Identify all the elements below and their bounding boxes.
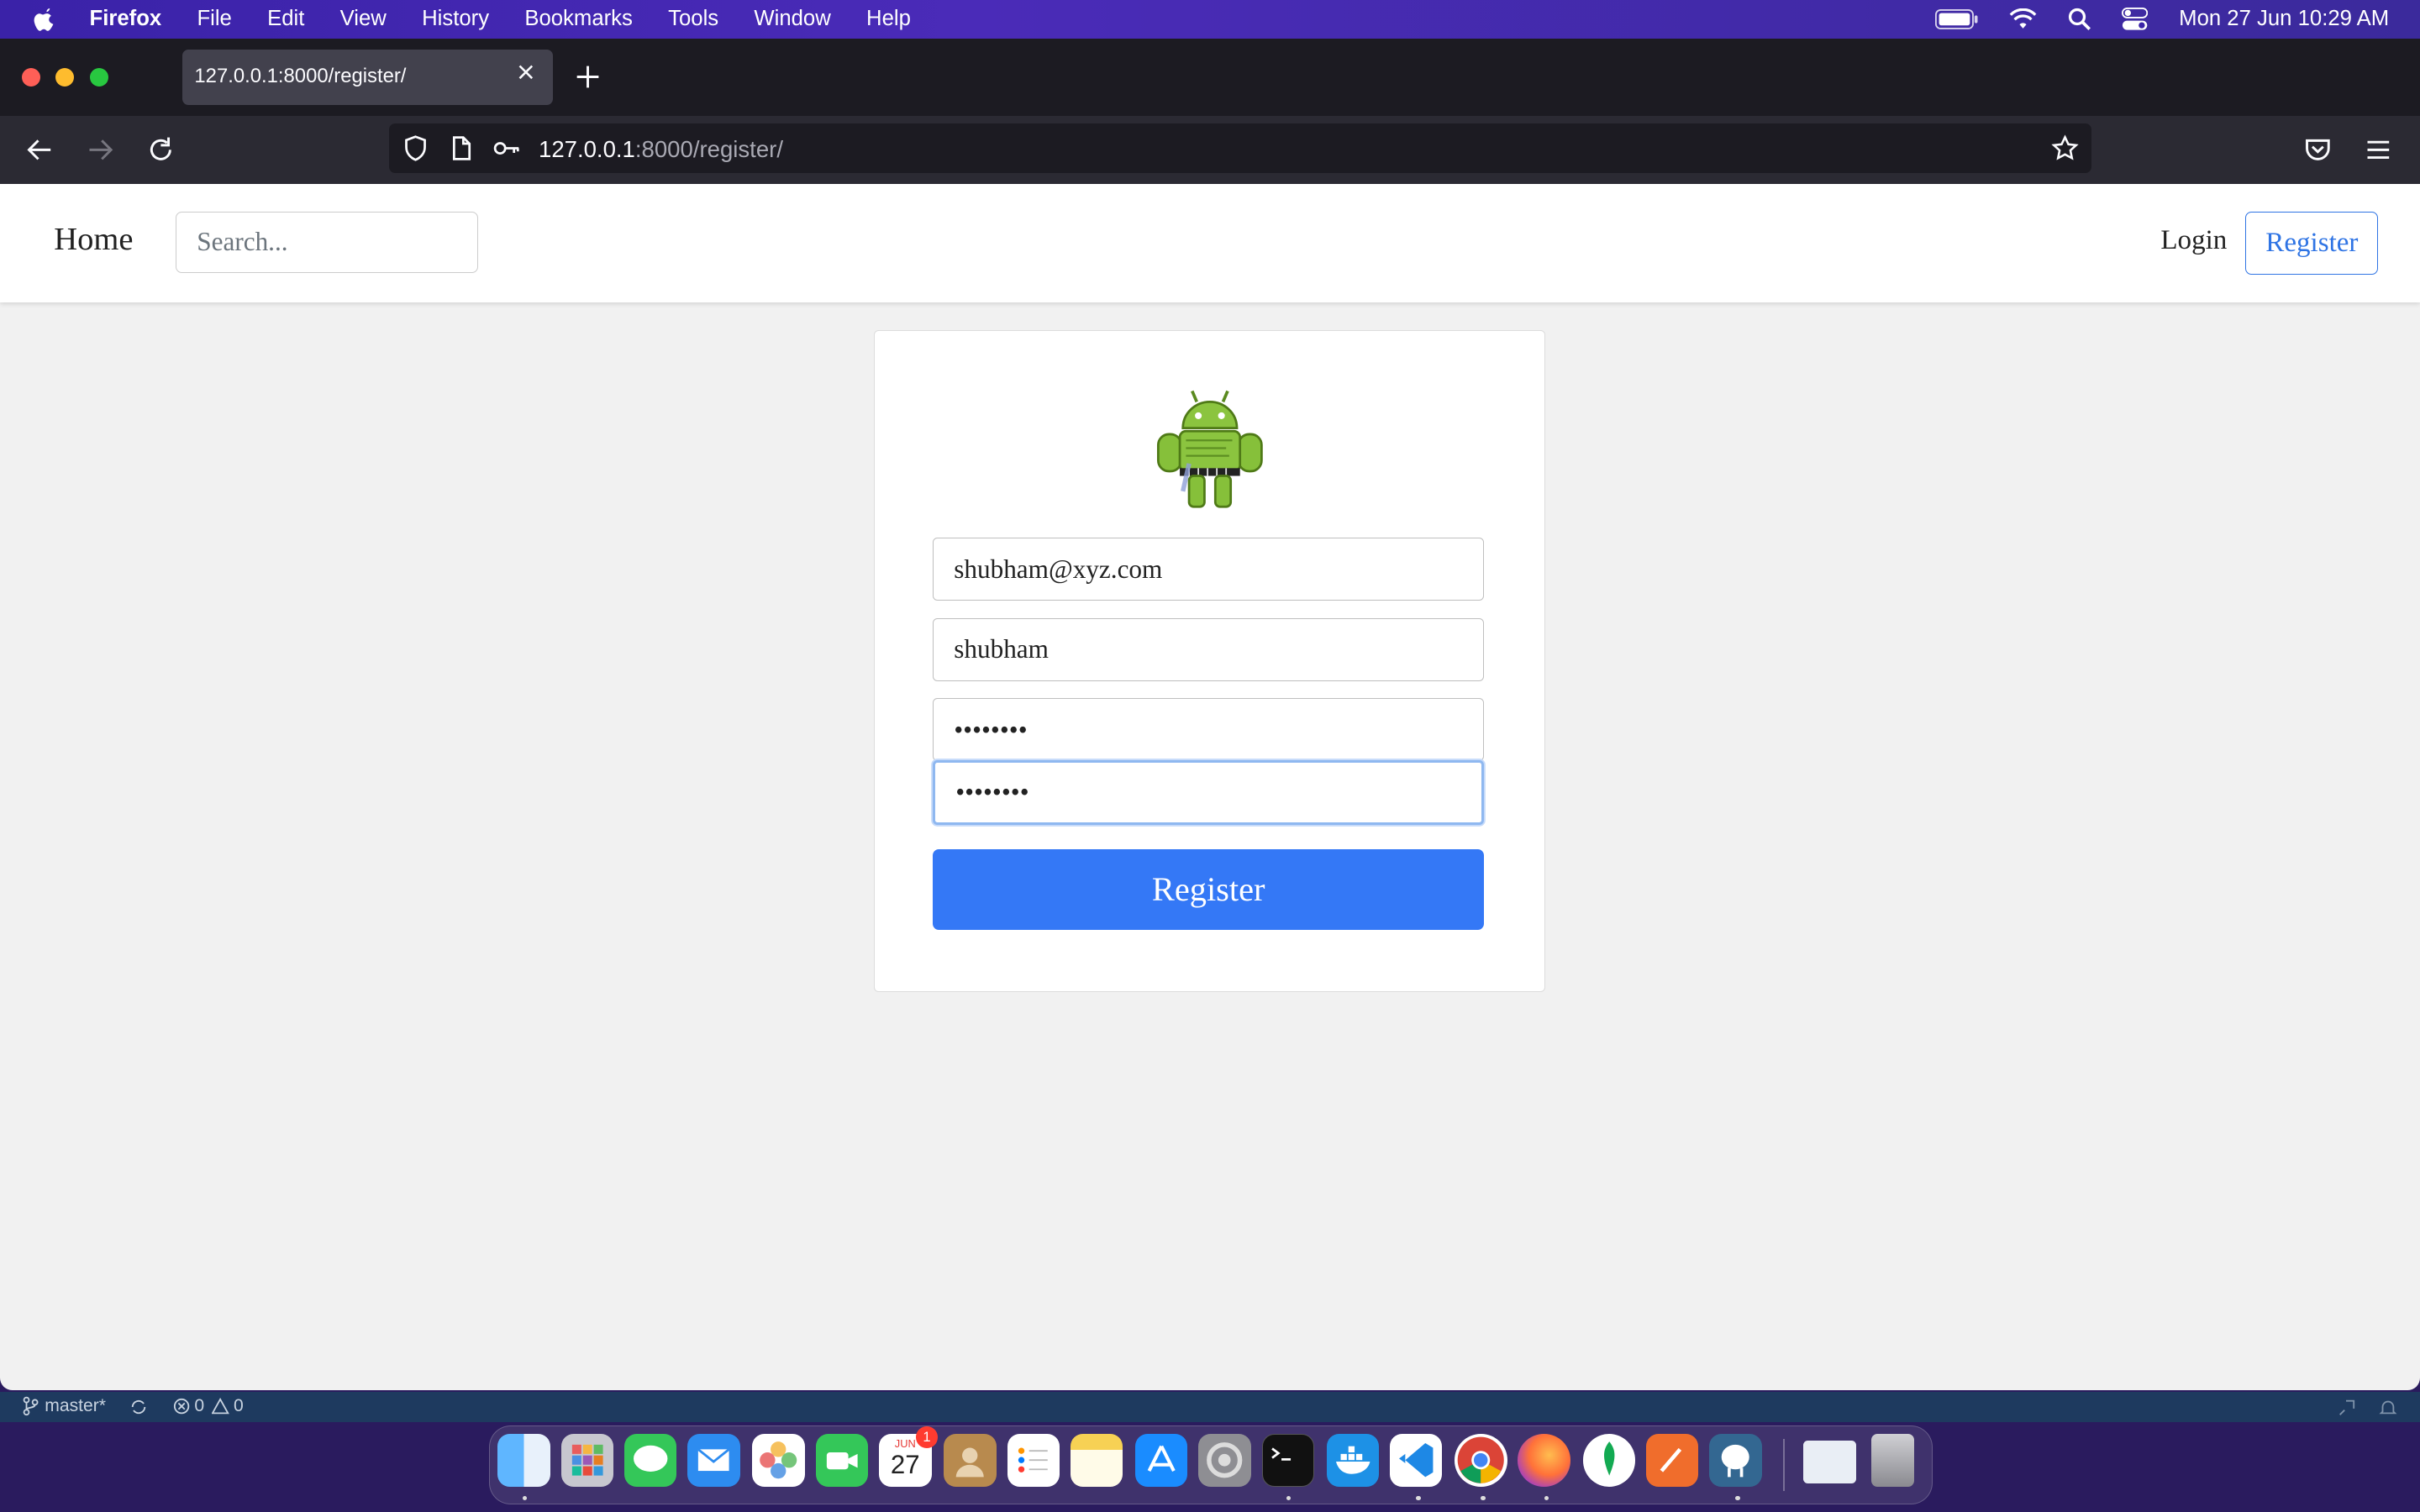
- window-close-button[interactable]: [21, 67, 40, 87]
- minimized-window-thumbnail[interactable]: [1803, 1440, 1856, 1484]
- battery-icon[interactable]: [1935, 9, 1978, 29]
- password-field[interactable]: [933, 698, 1485, 762]
- shield-icon[interactable]: [402, 134, 429, 162]
- git-branch-icon: [23, 1397, 39, 1416]
- spotlight-search-icon[interactable]: [2068, 8, 2091, 31]
- register-card: Register: [873, 330, 1545, 992]
- control-center-icon[interactable]: [2122, 8, 2149, 31]
- mail-icon[interactable]: [687, 1434, 740, 1487]
- finder-icon[interactable]: [497, 1434, 550, 1487]
- hamburger-menu-icon[interactable]: [2363, 134, 2394, 165]
- apple-icon[interactable]: [33, 7, 57, 32]
- back-arrow-icon[interactable]: [24, 134, 55, 165]
- android-robot-logo: [1157, 390, 1263, 508]
- username-field[interactable]: [933, 617, 1485, 681]
- system-preferences-icon[interactable]: [1198, 1434, 1251, 1487]
- dock-separator: [1783, 1438, 1786, 1492]
- wifi-icon[interactable]: [2009, 8, 2037, 30]
- calendar-day: 27: [890, 1449, 920, 1479]
- register-submit-button[interactable]: Register: [933, 849, 1485, 930]
- menu-edit[interactable]: Edit: [267, 7, 304, 31]
- menu-clock[interactable]: Mon 27 Jun 10:29 AM: [2179, 7, 2389, 31]
- menu-app-name[interactable]: Firefox: [90, 7, 162, 31]
- menu-bookmarks[interactable]: Bookmarks: [524, 7, 633, 31]
- problems-item[interactable]: 0 0: [173, 1396, 244, 1416]
- macos-menu-bar: Firefox File Edit View History Bookmarks…: [0, 0, 2420, 39]
- trash-icon[interactable]: [1871, 1434, 1915, 1487]
- confirm-password-field[interactable]: [933, 759, 1485, 825]
- notifications-bell-icon[interactable]: [2378, 1398, 2398, 1418]
- menu-view[interactable]: View: [340, 7, 387, 31]
- url-host: 127.0.0.1: [539, 135, 635, 162]
- email-field[interactable]: [933, 538, 1485, 601]
- warning-icon: [212, 1398, 229, 1415]
- address-bar[interactable]: 127.0.0.1:8000/register/: [388, 123, 2091, 173]
- search-input[interactable]: [176, 211, 479, 274]
- error-icon: [173, 1399, 189, 1415]
- menu-history[interactable]: History: [422, 7, 489, 31]
- home-link[interactable]: Home: [54, 221, 133, 258]
- reminders-icon[interactable]: [1007, 1434, 1060, 1487]
- facetime-icon[interactable]: [815, 1434, 869, 1487]
- git-branch-item[interactable]: master*: [22, 1396, 106, 1416]
- window-minimize-button[interactable]: [55, 67, 75, 87]
- menu-file[interactable]: File: [197, 7, 231, 31]
- site-navbar: Home Login Register: [0, 183, 2420, 302]
- tab-close-icon[interactable]: [515, 61, 537, 83]
- browser-nav-bar: 127.0.0.1:8000/register/: [0, 115, 2420, 184]
- contacts-icon[interactable]: [944, 1434, 997, 1487]
- forward-arrow-icon[interactable]: [85, 134, 116, 165]
- notes-icon[interactable]: [1070, 1434, 1123, 1487]
- photos-icon[interactable]: [752, 1434, 805, 1487]
- postman-icon[interactable]: [1645, 1434, 1699, 1487]
- sync-icon[interactable]: [129, 1398, 148, 1416]
- editor-status-bar: master* 0 0: [0, 1391, 2420, 1423]
- reload-icon[interactable]: [145, 134, 176, 165]
- pocket-icon[interactable]: [2302, 134, 2333, 165]
- git-branch-label: master*: [45, 1396, 106, 1416]
- tab-title: 127.0.0.1:8000/register/: [194, 65, 407, 88]
- docker-icon[interactable]: [1326, 1434, 1380, 1487]
- feedback-icon[interactable]: [2337, 1398, 2357, 1418]
- page-viewport: Home Login Register Register: [0, 183, 2420, 1390]
- tab-register[interactable]: 127.0.0.1:8000/register/: [182, 49, 553, 105]
- login-link[interactable]: Login: [2160, 225, 2227, 256]
- bookmark-star-icon[interactable]: [2051, 134, 2079, 162]
- macos-dock: JUN 27 1: [489, 1425, 1933, 1504]
- menu-window[interactable]: Window: [754, 7, 830, 31]
- url-text[interactable]: 127.0.0.1:8000/register/: [539, 136, 783, 163]
- browser-tab-bar: 127.0.0.1:8000/register/: [0, 38, 2420, 116]
- firefox-icon[interactable]: [1518, 1434, 1570, 1487]
- error-count: 0: [194, 1396, 205, 1416]
- launchpad-icon[interactable]: [560, 1434, 614, 1487]
- url-path: :8000/register/: [634, 135, 783, 162]
- messages-icon[interactable]: [624, 1434, 677, 1487]
- window-zoom-button[interactable]: [89, 67, 108, 87]
- pgadmin-icon[interactable]: [1709, 1434, 1762, 1487]
- calendar-badge: 1: [916, 1426, 938, 1448]
- chrome-icon[interactable]: [1455, 1434, 1507, 1487]
- new-tab-icon[interactable]: [574, 63, 602, 91]
- key-icon[interactable]: [492, 134, 520, 162]
- page-icon[interactable]: [448, 134, 476, 162]
- register-nav-button[interactable]: Register: [2245, 211, 2379, 275]
- app-store-icon[interactable]: [1134, 1434, 1188, 1487]
- mongodb-compass-icon[interactable]: [1582, 1434, 1636, 1487]
- menu-help[interactable]: Help: [866, 7, 911, 31]
- menu-tools[interactable]: Tools: [668, 7, 718, 31]
- vscode-icon[interactable]: [1390, 1434, 1443, 1487]
- calendar-icon[interactable]: JUN 27 1: [879, 1426, 938, 1487]
- warning-count: 0: [234, 1396, 244, 1416]
- terminal-icon[interactable]: [1261, 1434, 1314, 1487]
